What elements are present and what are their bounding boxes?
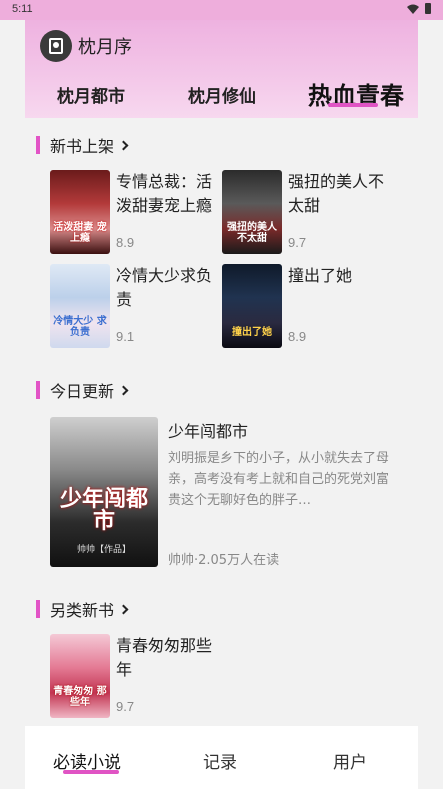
book-cover: 撞出了她 xyxy=(222,264,282,348)
status-icons xyxy=(407,3,431,14)
cover-title-text: 青春匆匆 那些年 xyxy=(53,686,107,708)
featured-book-cover[interactable]: 少年闯都市 帅帅【作品】 xyxy=(50,417,158,567)
book-cover: 冷情大少 求负责 xyxy=(50,264,110,348)
bottom-nav: 必读小说 记录 用户 xyxy=(25,726,418,789)
chevron-right-icon xyxy=(118,604,129,614)
section-title: 新书上架 xyxy=(50,137,115,156)
section-accent-bar xyxy=(36,381,40,399)
book-card[interactable]: 活泼甜妻 宠上瘾 专情总裁：活泼甜妻宠上瘾 8.9 xyxy=(50,170,220,256)
section-accent-bar xyxy=(36,600,40,618)
cover-title-text: 强扭的美人 不太甜 xyxy=(227,222,277,244)
book-score: 9.7 xyxy=(288,235,307,250)
nav-user[interactable]: 用户 xyxy=(333,748,367,773)
battery-icon xyxy=(425,3,431,14)
book-score: 9.7 xyxy=(116,699,135,714)
active-nav-indicator xyxy=(63,770,119,774)
section-accent-bar xyxy=(36,136,40,154)
book-cover: 青春匆匆 那些年 xyxy=(50,634,110,718)
section-alt-books-header[interactable]: 另类新书 xyxy=(36,598,129,620)
book-title: 青春匆匆那些年 xyxy=(116,636,213,679)
status-time: 5:11 xyxy=(12,3,33,15)
cover-title-text: 活泼甜妻 宠上瘾 xyxy=(53,222,107,244)
cover-title-text: 冷情大少 求负责 xyxy=(53,316,107,338)
book-cover: 活泼甜妻 宠上瘾 xyxy=(50,170,110,254)
book-title: 专情总裁：活泼甜妻宠上瘾 xyxy=(116,172,213,215)
section-new-books-header[interactable]: 新书上架 xyxy=(36,134,129,156)
app-logo-icon xyxy=(40,30,72,62)
status-bar: 5:11 xyxy=(0,0,443,20)
book-title: 强扭的美人不太甜 xyxy=(288,172,385,215)
book-cover: 强扭的美人 不太甜 xyxy=(222,170,282,254)
app-title: 枕月序 xyxy=(78,37,132,58)
wifi-icon xyxy=(407,4,419,14)
chevron-right-icon xyxy=(118,385,129,395)
tab-xiuxian[interactable]: 枕月修仙 xyxy=(188,82,256,107)
book-score: 8.9 xyxy=(288,329,307,344)
book-card[interactable]: 青春匆匆 那些年 青春匆匆那些年 9.7 xyxy=(50,634,220,720)
book-score: 8.9 xyxy=(116,235,135,250)
cover-title-text: 少年闯都市 xyxy=(59,487,148,534)
book-card[interactable]: 撞出了她 撞出了她 8.9 xyxy=(222,264,392,350)
tab-urban[interactable]: 枕月都市 xyxy=(57,82,125,107)
featured-book-meta: 帅帅·2.05万人在读 xyxy=(168,553,280,568)
chevron-right-icon xyxy=(118,140,129,150)
category-tabs: 枕月都市 枕月修仙 热血青春 xyxy=(25,76,418,116)
featured-book-description: 刘明振是乡下的小子，从小就失去了母亲，高考没有考上就和自己的死党刘富贵这个无聊好… xyxy=(168,451,390,508)
book-score: 9.1 xyxy=(116,329,135,344)
nav-records[interactable]: 记录 xyxy=(203,748,237,773)
cover-title-text: 撞出了她 xyxy=(232,327,272,338)
featured-book-title[interactable]: 少年闯都市 xyxy=(168,418,248,442)
cover-author-text: 帅帅【作品】 xyxy=(76,545,131,555)
book-card[interactable]: 冷情大少 求负责 冷情大少求负责 9.1 xyxy=(50,264,220,350)
book-card[interactable]: 强扭的美人 不太甜 强扭的美人不太甜 9.7 xyxy=(222,170,392,256)
section-title: 另类新书 xyxy=(50,601,115,620)
section-today-update-header[interactable]: 今日更新 xyxy=(36,379,129,401)
book-title: 撞出了她 xyxy=(288,266,353,285)
book-title: 冷情大少求负责 xyxy=(116,266,213,309)
active-tab-indicator xyxy=(328,103,378,107)
section-title: 今日更新 xyxy=(50,382,115,401)
app-header: 枕月序 枕月都市 枕月修仙 热血青春 xyxy=(25,20,418,118)
